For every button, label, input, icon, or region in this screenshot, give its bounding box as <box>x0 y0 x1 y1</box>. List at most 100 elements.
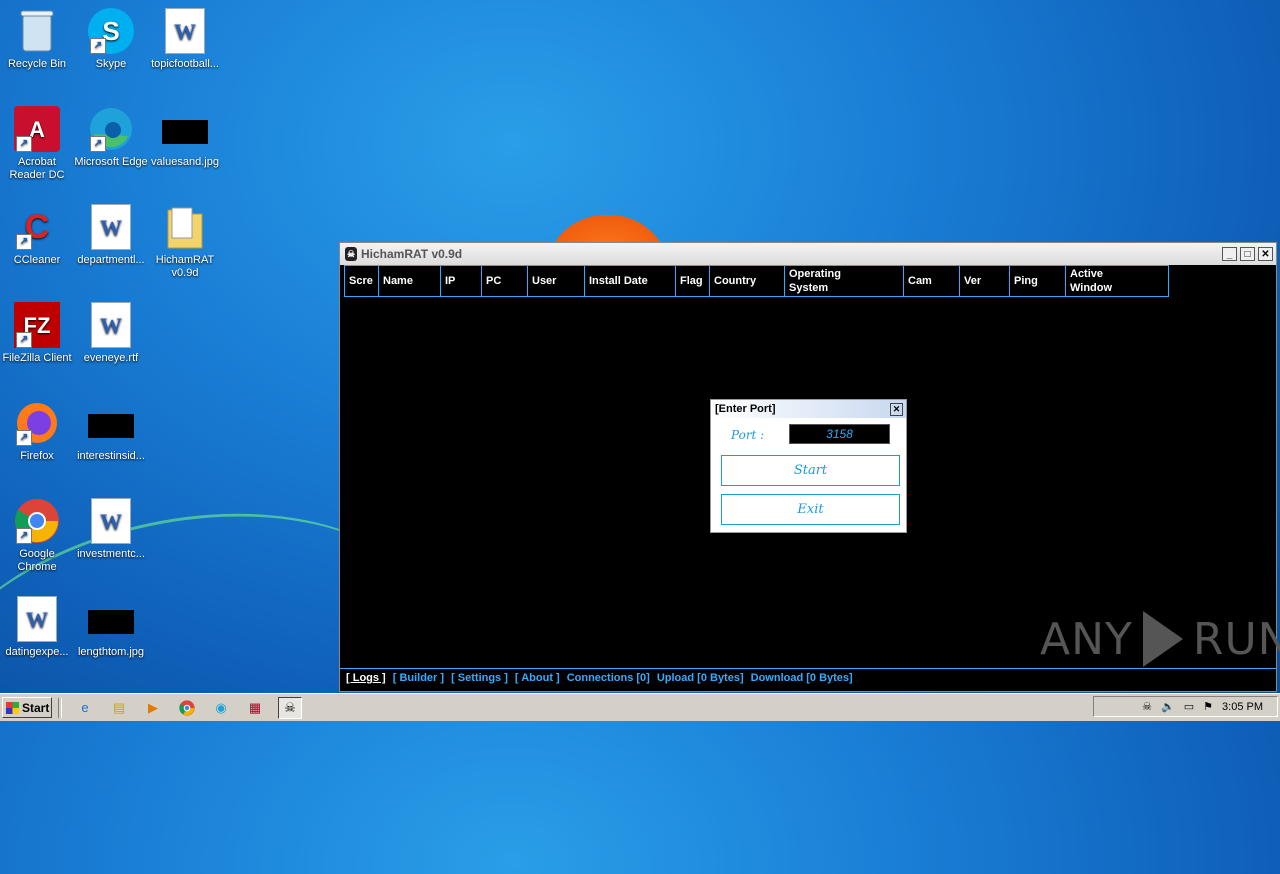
explorer-folder-icon[interactable]: ▤ <box>108 698 130 718</box>
word-doc-icon: W <box>17 596 57 642</box>
desktop-icon-acrobat[interactable]: A ↗ Acrobat Reader DC <box>0 106 74 182</box>
desktop-icon-interestinsid[interactable]: interestinsid... <box>74 400 148 463</box>
close-button[interactable]: ✕ <box>1258 247 1273 261</box>
about-link[interactable]: [ About ] <box>515 672 560 684</box>
column-header-pc[interactable]: PC <box>482 265 528 296</box>
desktop-icon-label: FileZilla Client <box>2 352 72 364</box>
image-file-icon <box>162 120 208 144</box>
desktop-icon-firefox[interactable]: ↗ Firefox <box>0 400 74 463</box>
dialog-title: [Enter Port] <box>715 403 776 415</box>
word-doc-icon: W <box>91 302 131 348</box>
desktop-icon-label: Acrobat Reader DC <box>9 156 65 181</box>
desktop-icon-topicfootball[interactable]: W topicfootball... <box>148 8 222 71</box>
hichamrat-taskbar-icon[interactable]: ☠ <box>278 696 302 719</box>
column-header-ip[interactable]: IP <box>441 265 482 296</box>
edge-icon: ↗ <box>88 106 134 152</box>
network-icon[interactable]: ▭ <box>1184 700 1194 713</box>
column-header-ver[interactable]: Ver <box>960 265 1010 296</box>
column-header-flag[interactable]: Flag <box>676 265 710 296</box>
logs-link[interactable]: [ Logs ] <box>346 672 386 684</box>
play-icon <box>1142 611 1183 667</box>
volume-icon[interactable]: 🔈 <box>1161 700 1175 713</box>
desktop-icon-label: CCleaner <box>13 254 61 266</box>
desktop-icon-label: investmentc... <box>77 548 145 560</box>
watermark-text-left: ANY <box>1040 613 1133 665</box>
edge-taskbar-icon[interactable]: ◉ <box>210 698 232 718</box>
column-header-name[interactable]: Name <box>379 265 441 296</box>
security-flag-icon[interactable]: ⚑ <box>1203 700 1213 713</box>
system-tray: ☠ 🔈 ▭ ⚑ 3:05 PM <box>1093 696 1278 717</box>
window-titlebar[interactable]: ☠ HichamRAT v0.9d _ □ ✕ <box>340 243 1276 265</box>
image-file-icon <box>88 610 134 634</box>
clock[interactable]: 3:05 PM <box>1222 701 1263 713</box>
window-title: HichamRAT v0.9d <box>361 247 463 261</box>
anyrun-watermark: ANY RUN <box>1040 611 1280 667</box>
desktop-icon-label: datingexpe... <box>5 646 69 658</box>
desktop-icon-label: lengthtom.jpg <box>77 646 145 658</box>
column-header-user[interactable]: User <box>528 265 585 296</box>
desktop-icon-lengthtom[interactable]: lengthtom.jpg <box>74 596 148 659</box>
windows-logo-icon <box>6 701 19 714</box>
enter-port-dialog: [Enter Port] ✕ Port : 3158 Start Exit <box>710 399 907 533</box>
word-doc-icon: W <box>91 498 131 544</box>
start-button[interactable]: Start <box>2 697 52 718</box>
settings-link[interactable]: [ Settings ] <box>451 672 508 684</box>
dialog-titlebar[interactable]: [Enter Port] ✕ <box>711 400 906 418</box>
upload-bytes: Upload [0 Bytes] <box>656 672 744 684</box>
desktop-icon-label: valuesand.jpg <box>151 156 219 168</box>
skull-icon: ☠ <box>345 247 357 261</box>
word-doc-icon: W <box>91 204 131 250</box>
column-header-active-window[interactable]: Active Window <box>1066 265 1169 296</box>
desktop-icon-label: departmentl... <box>77 254 145 266</box>
desktop-icon-eveneye[interactable]: W eveneye.rtf <box>74 302 148 365</box>
column-header-install-date[interactable]: Install Date <box>585 265 676 296</box>
recycle-bin-icon <box>14 8 60 54</box>
start-button[interactable]: Start <box>721 455 900 486</box>
desktop-icon-hichamrat-folder[interactable]: HichamRAT v0.9d <box>148 204 222 280</box>
shortcut-arrow-icon: ↗ <box>16 528 32 544</box>
column-header-cam[interactable]: Cam <box>904 265 960 296</box>
desktop-icon-edge[interactable]: ↗ Microsoft Edge <box>74 106 148 169</box>
acrobat-icon: A ↗ <box>14 106 60 152</box>
column-header-operating-system[interactable]: Operating System <box>785 265 904 296</box>
desktop-icon-label: Firefox <box>20 450 54 462</box>
desktop-icon-label: Skype <box>95 58 127 70</box>
shortcut-arrow-icon: ↗ <box>90 38 106 54</box>
desktop-icon-chrome[interactable]: ↗ Google Chrome <box>0 498 74 574</box>
dialog-close-icon[interactable]: ✕ <box>890 402 903 416</box>
media-player-icon[interactable]: ▶ <box>142 698 164 718</box>
desktop-icon-skype[interactable]: S ↗ Skype <box>74 8 148 71</box>
desktop-icon-filezilla[interactable]: FZ ↗ FileZilla Client <box>0 302 74 365</box>
builder-link[interactable]: [ Builder ] <box>393 672 444 684</box>
desktop-icon-label: topicfootball... <box>151 58 219 70</box>
desktop-icon-valuesand[interactable]: valuesand.jpg <box>148 106 222 169</box>
rat-tray-icon[interactable]: ☠ <box>1142 700 1152 713</box>
column-header-country[interactable]: Country <box>710 265 785 296</box>
desktop-icon-label: eveneye.rtf <box>83 352 139 364</box>
port-input[interactable]: 3158 <box>789 424 890 444</box>
taskbar-separator <box>58 697 62 718</box>
filezilla-icon: FZ ↗ <box>14 302 60 348</box>
chrome-taskbar-icon[interactable] <box>176 698 198 718</box>
shortcut-arrow-icon: ↗ <box>16 136 32 152</box>
desktop-icon-investmentc[interactable]: W investmentc... <box>74 498 148 561</box>
desktop-icon-departmentl[interactable]: W departmentl... <box>74 204 148 267</box>
connections-count: Connections [0] <box>566 672 650 684</box>
chrome-icon: ↗ <box>14 498 60 544</box>
column-header-screen[interactable]: Scre <box>344 265 379 296</box>
shortcut-arrow-icon: ↗ <box>16 430 32 446</box>
minimize-button[interactable]: _ <box>1222 247 1237 261</box>
desktop-icon-datingexpe[interactable]: W datingexpe... <box>0 596 74 659</box>
shortcut-arrow-icon: ↗ <box>16 234 32 250</box>
shortcut-arrow-icon: ↗ <box>16 332 32 348</box>
start-label: Start <box>22 700 50 715</box>
desktop-icon-recycle-bin[interactable]: Recycle Bin <box>0 8 74 71</box>
shortcut-arrow-icon: ↗ <box>90 136 106 152</box>
port-label: Port : <box>731 428 765 442</box>
winrar-icon[interactable]: ▦ <box>244 698 266 718</box>
ie-icon[interactable]: e <box>74 698 96 718</box>
desktop-icon-ccleaner[interactable]: C ↗ CCleaner <box>0 204 74 267</box>
maximize-button[interactable]: □ <box>1240 247 1255 261</box>
column-header-ping[interactable]: Ping <box>1010 265 1066 296</box>
exit-button[interactable]: Exit <box>721 494 900 525</box>
